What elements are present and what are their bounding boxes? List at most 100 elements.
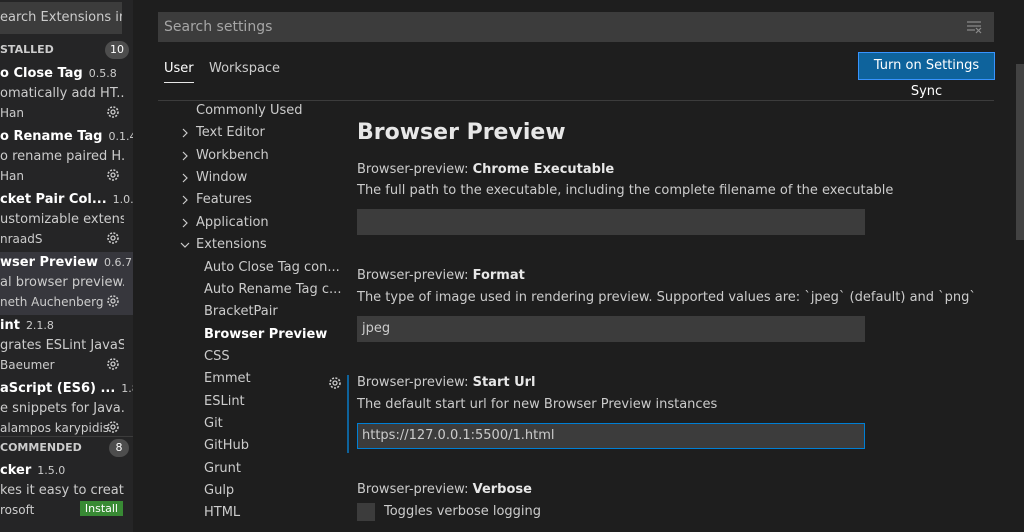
tab-user[interactable]: User [164,56,194,83]
toc-ext-item[interactable]: Auto Close Tag con... [204,257,340,279]
setting-category: Browser-preview: [357,375,473,390]
toc-ext-item[interactable]: Gulp [204,480,234,502]
toc-ext-item[interactable]: ESLint [204,391,245,413]
toc-application[interactable]: Application [180,212,300,234]
toc-label: Extensions [196,237,267,252]
chevron-right-icon [182,195,188,205]
setting-category: Browser-preview: [357,162,473,177]
tab-workspace[interactable]: Workspace [209,56,280,82]
extensions-search-input[interactable]: earch Extensions in ... [0,2,122,34]
install-button[interactable]: Install [79,501,123,516]
extension-author: alampos karypidis [0,421,110,435]
recommended-extension-item[interactable]: cker 1.5.0 kes it easy to create... rosof… [0,460,133,523]
toc-window[interactable]: Window [180,167,300,189]
extension-item-selected[interactable]: wser Preview 0.6.7 al browser preview... … [0,252,133,315]
toc-extensions[interactable]: Extensions [180,234,300,256]
extension-description: o rename paired H... [0,149,124,164]
recommended-label: COMMENDED [0,441,82,454]
extension-description: e snippets for Java... [0,401,124,416]
extension-version: 1.5.0 [37,464,66,477]
toc-ext-item[interactable]: BracketPair [204,301,278,323]
toc-label: Window [196,170,248,185]
settings-search-input[interactable]: Search settings [158,12,994,42]
toc-ext-item[interactable]: Emmet [204,368,251,390]
recommended-count-badge: 8 [109,439,129,457]
setting-title-start-url: Browser-preview: Start Url [357,375,536,390]
format-input[interactable]: jpeg [357,316,865,342]
extension-description: al browser preview... [0,275,124,290]
extension-author: Han [0,169,24,183]
start-url-input[interactable]: https://127.0.0.1:5500/1.html [357,423,865,449]
extension-author: rosoft [0,503,35,517]
gear-icon[interactable] [105,419,121,435]
setting-title-format: Browser-preview: Format [357,268,525,283]
setting-name: Verbose [472,482,532,497]
toc-label: Application [196,215,269,230]
gear-icon[interactable] [105,167,121,183]
toc-ext-item[interactable]: GitHub [204,435,249,457]
chevron-right-icon [182,218,188,228]
settings-sync-button[interactable]: Turn on Settings Sync [858,52,995,99]
setting-title-chrome-executable: Browser-preview: Chrome Executable [357,162,614,177]
verbose-checkbox[interactable] [357,503,375,521]
setting-description: The type of image used in rendering prev… [357,290,976,305]
gear-icon[interactable] [105,104,121,120]
extension-author: Han [0,106,24,120]
verbose-checkbox-label: Toggles verbose logging [384,504,542,519]
setting-description: The full path to the executable, includi… [357,183,894,198]
toc-ext-item[interactable]: CSS [204,346,230,368]
extension-name: o Close Tag [0,66,83,81]
gear-icon[interactable] [327,375,343,391]
chevron-right-icon [182,173,188,183]
extension-description: grates ESLint JavaS... [0,338,124,353]
focused-setting-indicator [347,375,349,453]
extension-version: 0.6.7 [104,256,133,269]
toc-workbench[interactable]: Workbench [180,145,300,167]
extension-version: 1.0.61 [112,193,133,206]
extension-item[interactable]: o Close Tag 0.5.8 omatically add HT... Ha… [0,63,133,126]
toc-ext-item[interactable]: Grunt [204,458,241,480]
toc-text-editor[interactable]: Text Editor [180,122,300,144]
settings-scrollbar[interactable] [1016,64,1024,240]
toc-ext-item[interactable]: HTML [204,502,240,524]
extension-version: 1.8.0 [121,382,133,395]
toc-commonly-used[interactable]: Commonly Used [196,100,303,122]
toc-label: Text Editor [196,125,265,140]
installed-section-header[interactable]: STALLED 10 [0,39,133,61]
gear-icon[interactable] [105,230,121,246]
toc-ext-item[interactable]: Git [204,413,223,435]
extension-item[interactable]: o Rename Tag 0.1.4 o rename paired H... H… [0,126,133,189]
chrome-executable-input[interactable] [357,209,865,235]
extension-description: omatically add HT... [0,86,124,101]
installed-label: STALLED [0,43,54,56]
extension-version: 0.1.4 [108,130,133,143]
setting-title-verbose: Browser-preview: Verbose [357,482,532,497]
gear-icon[interactable] [105,293,121,309]
extensions-sidebar: earch Extensions in ... STALLED 10 o Clo… [0,0,133,532]
chevron-right-icon [182,128,188,138]
filter-clear-icon[interactable] [966,20,982,34]
extension-item[interactable]: int 2.1.8 grates ESLint JavaS... Baeumer [0,315,133,378]
setting-category: Browser-preview: [357,482,473,497]
toc-ext-item[interactable]: Auto Rename Tag c... [204,279,341,301]
extension-name: cket Pair Col... [0,192,107,207]
installed-count-badge: 10 [105,41,129,59]
toc-ext-item-active[interactable]: Browser Preview [204,324,327,346]
extension-name: cker [0,463,32,478]
chevron-down-icon [180,242,190,248]
extension-author: nraadS [0,232,43,246]
extension-version: 0.5.8 [88,67,117,80]
toc-label: Features [196,192,252,207]
extension-item[interactable]: cket Pair Col... 1.0.61 ustomizable exten… [0,189,133,252]
settings-search-placeholder: Search settings [164,19,273,35]
gear-icon[interactable] [105,356,121,372]
extension-item[interactable]: aScript (ES6) ... 1.8.0 e snippets for Ja… [0,378,133,441]
extension-name: wser Preview [0,255,99,270]
setting-name: Start Url [472,375,536,390]
setting-name: Format [472,268,525,283]
recommended-section-header[interactable]: COMMENDED 8 [0,436,133,458]
toc-features[interactable]: Features [180,189,300,211]
extension-author: neth Auchenberg [0,295,104,309]
toc-label: Workbench [196,148,269,163]
settings-section-heading: Browser Preview [357,120,566,145]
